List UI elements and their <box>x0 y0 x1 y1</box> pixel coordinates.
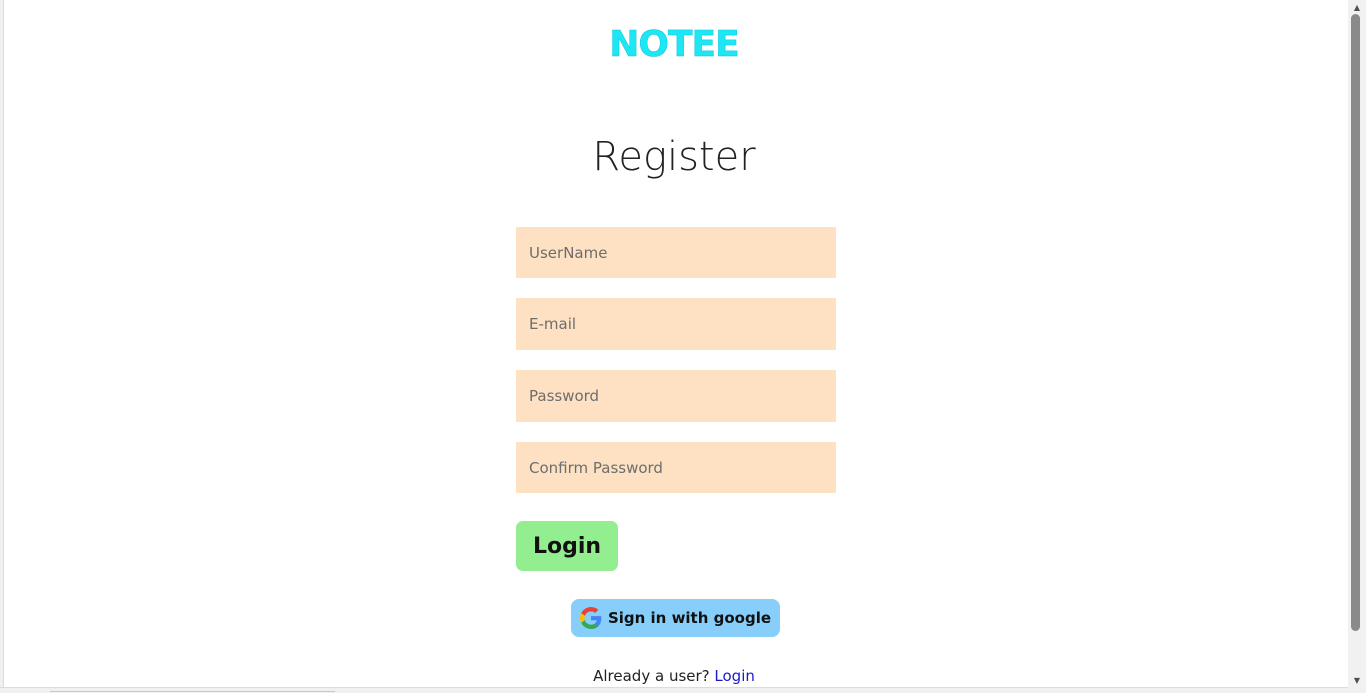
scroll-thumb[interactable] <box>1351 14 1360 631</box>
brand-logo: NOTEE <box>609 24 740 66</box>
login-link[interactable]: Login <box>714 667 754 685</box>
scroll-up-arrow-icon[interactable]: ▲ <box>1348 0 1366 14</box>
page: NOTEE Register Login Sign in with google… <box>0 0 1366 693</box>
google-signin-label: Sign in with google <box>607 609 772 627</box>
scroll-down-arrow-icon[interactable]: ▼ <box>1348 673 1366 687</box>
vertical-scrollbar[interactable]: ▲ ▼ <box>1348 0 1366 693</box>
password-input[interactable] <box>516 370 836 422</box>
confirm-password-input[interactable] <box>516 442 836 493</box>
google-g-icon <box>579 607 602 629</box>
login-prompt-text: Already a user? <box>593 667 710 685</box>
login-button[interactable]: Login <box>516 521 618 571</box>
window-left-edge <box>0 0 4 693</box>
window-bottom-edge <box>0 687 1348 693</box>
google-signin-button[interactable]: Sign in with google <box>571 599 780 637</box>
login-prompt: Already a user? Login <box>0 667 1348 685</box>
username-input[interactable] <box>516 227 836 278</box>
divider <box>50 691 335 692</box>
page-title: Register <box>592 134 756 180</box>
email-input[interactable] <box>516 298 836 350</box>
